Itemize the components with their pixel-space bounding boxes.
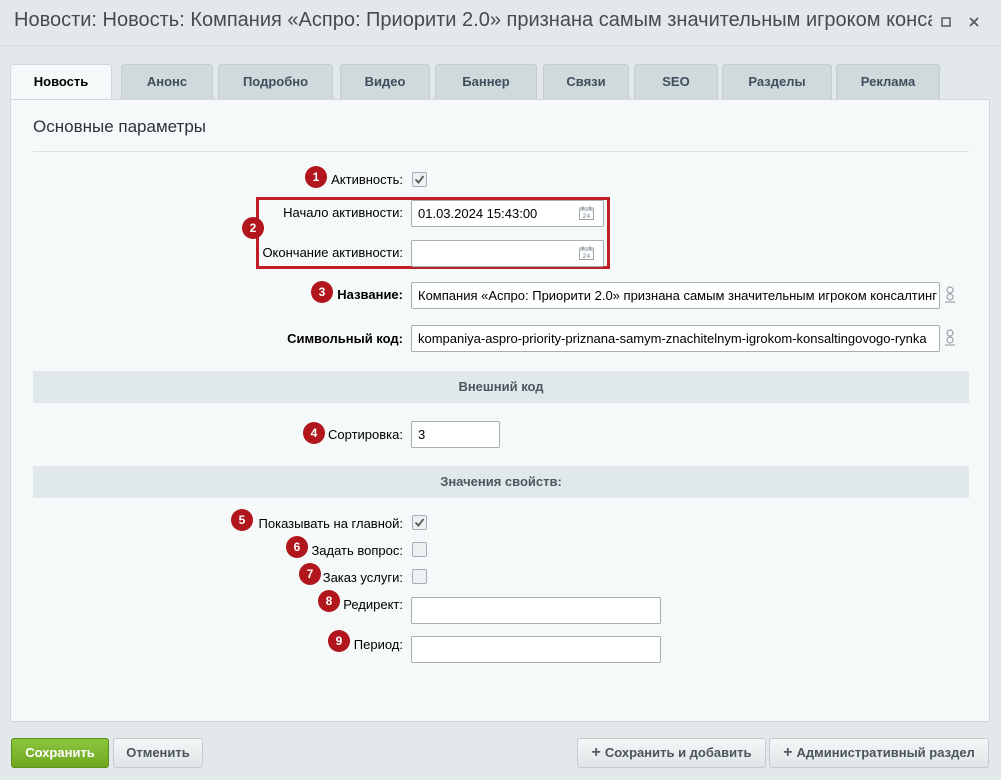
tab-links[interactable]: Связи (543, 64, 629, 99)
period-label: Период: (353, 637, 403, 652)
code-link-icon[interactable] (943, 329, 957, 347)
order-service-checkbox[interactable] (412, 569, 427, 584)
admin-section-button[interactable]: + Административный раздел (769, 738, 989, 768)
active-label: Активность: (331, 172, 403, 187)
period-input[interactable] (411, 636, 661, 663)
order-service-label: Заказ услуги: (322, 570, 403, 585)
end-date-input[interactable]: 24 (411, 240, 604, 267)
admin-section-label: Административный раздел (796, 745, 975, 760)
form-panel: Основные параметры 1 Активность: 2 Начал… (10, 99, 990, 722)
badge-2: 2 (242, 217, 264, 239)
tab-news[interactable]: Новость (10, 64, 112, 101)
tab-announce[interactable]: Анонс (121, 64, 213, 99)
code-value: kompaniya-aspro-priority-priznana-samym-… (418, 331, 927, 346)
properties-header: Значения свойств: (33, 466, 969, 498)
end-date-label: Окончание активности: (262, 245, 403, 260)
maximize-icon[interactable] (937, 14, 955, 32)
name-input[interactable]: Компания «Аспро: Приорити 2.0» признана … (411, 282, 940, 309)
tab-seo[interactable]: SEO (634, 64, 718, 99)
svg-text:24: 24 (583, 253, 591, 260)
window-title: Новости: Новость: Компания «Аспро: Приор… (14, 9, 932, 31)
active-checkbox[interactable] (412, 172, 427, 187)
code-generate-icon[interactable] (943, 286, 957, 304)
window-titlebar: Новости: Новость: Компания «Аспро: Приор… (0, 0, 1001, 46)
ask-question-checkbox[interactable] (412, 542, 427, 557)
sort-input[interactable]: 3 (411, 421, 500, 448)
tab-video[interactable]: Видео (340, 64, 430, 99)
code-input[interactable]: kompaniya-aspro-priority-priznana-samym-… (411, 325, 940, 352)
sort-label: Сортировка: (328, 427, 403, 442)
calendar-icon[interactable]: 24 (579, 206, 594, 220)
plus-icon: + (591, 744, 601, 761)
redirect-input[interactable] (411, 597, 661, 624)
start-date-value: 01.03.2024 15:43:00 (418, 206, 538, 221)
save-and-add-label: Сохранить и добавить (604, 745, 752, 760)
save-button[interactable]: Сохранить (11, 738, 109, 768)
svg-text:24: 24 (583, 213, 591, 220)
start-date-label: Начало активности: (283, 205, 403, 220)
tab-sections[interactable]: Разделы (722, 64, 832, 99)
ask-question-label: Задать вопрос: (311, 543, 403, 558)
section-divider (33, 151, 969, 152)
calendar-icon[interactable]: 24 (579, 246, 594, 260)
show-main-label: Показывать на главной: (258, 516, 403, 531)
cancel-button[interactable]: Отменить (113, 738, 203, 768)
save-and-add-button[interactable]: + Сохранить и добавить (577, 738, 766, 768)
tab-details[interactable]: Подробно (218, 64, 333, 99)
tab-ads[interactable]: Реклама (836, 64, 940, 99)
section-title: Основные параметры (33, 117, 206, 136)
plus-icon: + (783, 744, 793, 761)
name-label: Название: (337, 287, 403, 302)
sort-value: 3 (418, 427, 426, 442)
close-icon[interactable] (965, 14, 983, 32)
redirect-label: Редирект: (343, 597, 403, 612)
tab-banner[interactable]: Баннер (435, 64, 537, 99)
external-code-header[interactable]: Внешний код (33, 371, 969, 403)
name-value: Компания «Аспро: Приорити 2.0» признана … (418, 288, 937, 303)
show-main-checkbox[interactable] (412, 515, 427, 530)
start-date-input[interactable]: 01.03.2024 15:43:00 24 (411, 200, 604, 227)
code-label: Символьный код: (287, 331, 403, 346)
